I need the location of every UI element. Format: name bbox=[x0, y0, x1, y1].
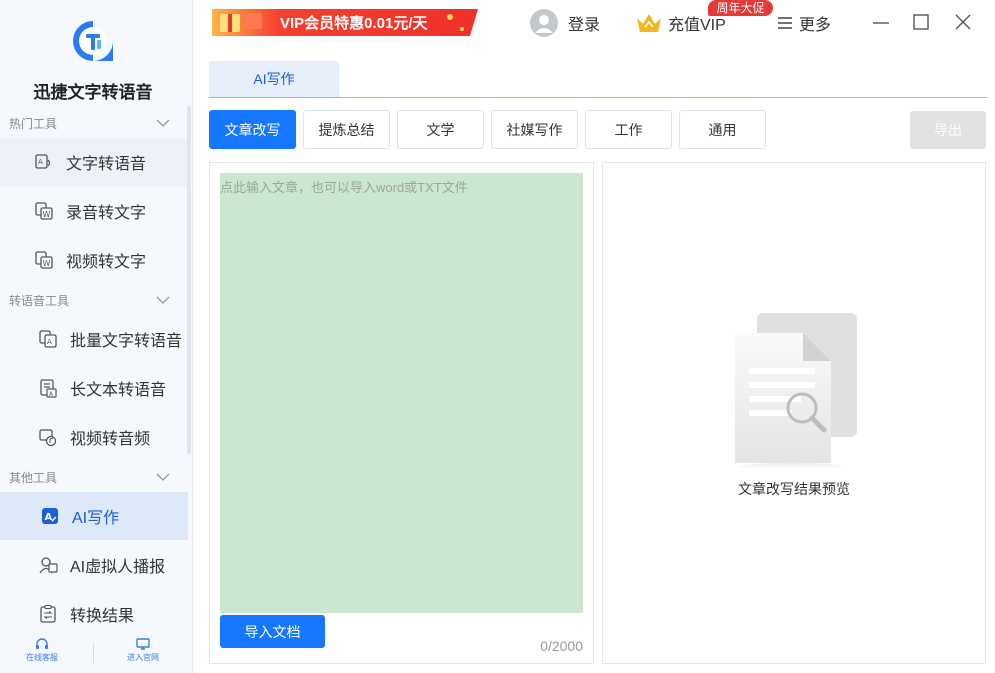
document-search-illustration-icon bbox=[735, 313, 857, 471]
app-name: 迅捷文字转语音 bbox=[33, 83, 153, 102]
chevron-down-icon[interactable] bbox=[156, 295, 170, 305]
sidebar-item-results[interactable]: 转换结果 bbox=[0, 590, 188, 638]
svg-text:A: A bbox=[47, 338, 52, 346]
sidebar-item-label: AI写作 bbox=[72, 510, 120, 527]
section-title-other-tools: 其他工具 bbox=[9, 471, 58, 485]
more-label: 更多 bbox=[799, 17, 832, 34]
sidebar-item-long-text-tts[interactable]: A 长文本转语音 bbox=[0, 364, 188, 412]
sidebar-item-label: 长文本转语音 bbox=[70, 382, 167, 399]
chevron-down-icon[interactable] bbox=[156, 472, 170, 482]
official-website-link[interactable]: 进入官网 bbox=[107, 638, 179, 663]
category-social-media-button[interactable]: 社媒写作 bbox=[491, 110, 578, 149]
preview-placeholder-text: 文章改写结果预览 bbox=[738, 481, 850, 497]
promo-banner[interactable]: VIP会员特惠0.01元/天 bbox=[208, 5, 480, 40]
sidebar: 迅捷文字转语音 热门工具 A 文字转语音 W 录音转文字 W 视频转文字 转语音… bbox=[0, 0, 193, 673]
preview-panel: 文章改写结果预览 bbox=[602, 162, 986, 664]
batch-tts-icon: A bbox=[39, 330, 57, 348]
category-article-rewrite-button[interactable]: 文章改写 bbox=[209, 110, 296, 149]
app-window: 迅捷文字转语音 热门工具 A 文字转语音 W 录音转文字 W 视频转文字 转语音… bbox=[0, 0, 995, 673]
official-website-label: 进入官网 bbox=[127, 653, 159, 662]
sidebar-item-label: 视频转音频 bbox=[70, 431, 151, 448]
audio-to-text-icon: W bbox=[35, 202, 53, 220]
section-title-hot-tools: 热门工具 bbox=[9, 117, 58, 131]
category-work-button[interactable]: 工作 bbox=[585, 110, 672, 149]
ai-avatar-icon bbox=[39, 557, 58, 574]
svg-text:W: W bbox=[43, 259, 51, 268]
minimize-icon[interactable] bbox=[871, 12, 891, 32]
sidebar-item-audio-to-text[interactable]: W 录音转文字 bbox=[0, 187, 188, 235]
video-to-text-icon: W bbox=[35, 251, 53, 269]
input-panel: 导入文档 0/2000 bbox=[209, 162, 594, 664]
login-label: 登录 bbox=[568, 17, 601, 34]
tab-ai-writing[interactable]: AI写作 bbox=[209, 61, 339, 97]
sidebar-scrollbar[interactable] bbox=[187, 106, 191, 454]
sidebar-item-label: AI虚拟人播报 bbox=[70, 559, 166, 576]
sidebar-item-video-to-text[interactable]: W 视频转文字 bbox=[0, 236, 188, 284]
chevron-down-icon[interactable] bbox=[156, 118, 170, 128]
anniversary-sale-badge: 周年大促 bbox=[708, 0, 773, 16]
promo-banner-text: VIP会员特惠0.01元/天 bbox=[280, 15, 428, 32]
sidebar-item-label: 录音转文字 bbox=[66, 205, 147, 222]
long-text-tts-icon: A bbox=[40, 379, 57, 398]
more-menu-button[interactable]: 更多 bbox=[777, 10, 831, 36]
results-icon bbox=[40, 604, 56, 623]
category-general-button[interactable]: 通用 bbox=[679, 110, 766, 149]
login-button[interactable]: 登录 bbox=[529, 9, 601, 37]
crown-icon bbox=[637, 14, 661, 32]
svg-text:A: A bbox=[45, 512, 53, 523]
user-avatar-icon bbox=[530, 9, 558, 37]
svg-text:A: A bbox=[38, 158, 43, 166]
online-support-link[interactable]: 在线客服 bbox=[6, 638, 78, 663]
category-summary-button[interactable]: 提炼总结 bbox=[303, 110, 390, 149]
import-document-button[interactable]: 导入文档 bbox=[220, 615, 325, 648]
character-counter: 0/2000 bbox=[540, 638, 583, 654]
text-to-speech-icon: A bbox=[35, 154, 51, 169]
sidebar-item-batch-tts[interactable]: A 批量文字转语音 bbox=[0, 315, 188, 363]
sidebar-item-label: 批量文字转语音 bbox=[70, 333, 183, 350]
app-logo-icon bbox=[73, 21, 113, 61]
close-icon[interactable] bbox=[953, 12, 973, 32]
menu-icon bbox=[778, 17, 792, 29]
online-support-label: 在线客服 bbox=[26, 653, 58, 662]
sidebar-item-ai-writing[interactable]: A AI写作 bbox=[0, 492, 188, 540]
sidebar-item-label: 转换结果 bbox=[70, 608, 135, 625]
sidebar-item-video-to-audio[interactable]: 视频转音频 bbox=[0, 413, 188, 461]
maximize-icon[interactable] bbox=[911, 12, 931, 32]
svg-text:W: W bbox=[43, 210, 51, 219]
sidebar-item-label: 视频转文字 bbox=[66, 254, 147, 271]
ai-writing-icon: A bbox=[42, 508, 58, 524]
sidebar-item-text-to-speech[interactable]: A 文字转语音 bbox=[0, 138, 188, 186]
article-input[interactable] bbox=[220, 173, 583, 613]
headset-icon bbox=[36, 638, 48, 649]
monitor-icon bbox=[136, 638, 150, 650]
sidebar-item-ai-avatar[interactable]: AI虚拟人播报 bbox=[0, 541, 188, 589]
export-button[interactable]: 导出 bbox=[910, 111, 986, 149]
footer-divider bbox=[93, 643, 94, 663]
tab-strip: AI写作 bbox=[209, 61, 987, 98]
category-literature-button[interactable]: 文学 bbox=[397, 110, 484, 149]
sidebar-item-label: 文字转语音 bbox=[66, 156, 147, 173]
video-to-audio-icon bbox=[39, 429, 57, 447]
section-title-tts-tools: 转语音工具 bbox=[9, 294, 70, 308]
